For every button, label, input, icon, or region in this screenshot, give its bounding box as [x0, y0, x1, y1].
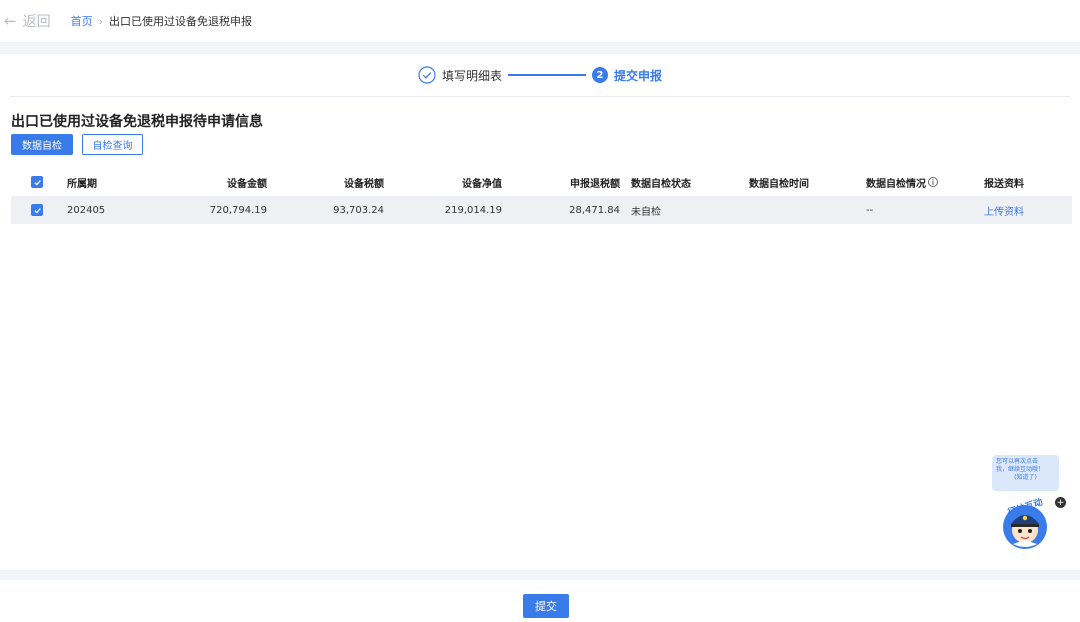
column-header-check-result-label: 数据自检情况: [866, 178, 926, 190]
column-header-check-result: 数据自检情况 i: [866, 168, 938, 196]
column-header-refund-amount: 申报退税额: [570, 178, 620, 190]
chevron-right-icon: ›: [98, 14, 103, 28]
checkbox-checked-icon: [31, 176, 43, 188]
divider: [10, 96, 1070, 97]
breadcrumb-current: 出口已使用过设备免退税申报: [108, 15, 252, 28]
cell-net-value: 219,014.19: [444, 204, 502, 216]
table-header-row: 所属期 设备金额 设备税额 设备净值 申报退税额 数据自检状态 数据自检时间 数…: [11, 168, 1072, 196]
step-connector: [508, 74, 586, 76]
main-panel: 填写明细表 2 提交申报 出口已使用过设备免退税申报待申请信息 数据自检 自检查…: [0, 54, 1080, 570]
step-indicator: 填写明细表 2 提交申报: [0, 54, 1080, 96]
step-1: 填写明细表: [418, 66, 502, 84]
assistant-tooltip-line-2: 我，继续互动哦！: [996, 466, 1045, 473]
column-header-equipment-amount: 设备金额: [227, 178, 267, 190]
cell-check-status: 未自检: [631, 206, 661, 218]
column-header-equipment-tax: 设备税额: [344, 178, 384, 190]
table-row: 202405 720,794.19 93,703.24 219,014.19 2…: [11, 196, 1072, 224]
column-header-net-value: 设备净值: [462, 178, 502, 190]
footer-bar: 提交: [0, 580, 1080, 622]
checkbox-checked-icon: [31, 204, 43, 216]
declaration-table: 所属期 设备金额 设备税额 设备净值 申报退税额 数据自检状态 数据自检时间 数…: [11, 168, 1072, 224]
column-header-check-status: 数据自检状态: [631, 178, 691, 190]
check-circle-icon: [418, 66, 436, 84]
column-header-materials: 报送资料: [984, 178, 1024, 190]
check-query-button[interactable]: 自检查询: [82, 134, 143, 155]
assistant-dismiss-link[interactable]: (知道了): [996, 474, 1055, 482]
cell-equipment-amount: 720,794.19: [209, 204, 267, 216]
back-button[interactable]: ← 返回: [4, 11, 51, 31]
assistant-tooltip: 您可以再次点击 我，继续互动哦！ (知道了): [992, 455, 1059, 491]
submit-button[interactable]: 提交: [523, 594, 569, 618]
step-2-number: 2: [592, 67, 608, 83]
column-header-period: 所属期: [67, 178, 97, 190]
step-1-label: 填写明细表: [441, 68, 502, 83]
breadcrumb: 首页 › 出口已使用过设备免退税申报: [71, 13, 252, 29]
top-bar: ← 返回 首页 › 出口已使用过设备免退税申报: [0, 0, 1080, 42]
data-check-button[interactable]: 数据自检: [11, 134, 73, 155]
step-2-label: 提交申报: [614, 68, 663, 83]
back-label: 返回: [22, 14, 51, 30]
plus-icon[interactable]: +: [1055, 497, 1066, 508]
arrow-left-icon: ←: [4, 12, 17, 30]
cell-check-result: --: [866, 204, 874, 216]
breadcrumb-home-link[interactable]: 首页: [71, 13, 93, 29]
upload-materials-link[interactable]: 上传资料: [984, 196, 1024, 224]
step-2: 2 提交申报: [592, 67, 662, 84]
cell-refund-amount: 28,471.84: [569, 204, 620, 216]
section-title: 出口已使用过设备免退税申报待申请信息: [11, 114, 263, 130]
select-all-checkbox[interactable]: [31, 168, 43, 196]
cell-period: 202405: [67, 204, 106, 216]
cell-equipment-tax: 93,703.24: [333, 204, 384, 216]
assistant-tooltip-line-1: 您可以再次点击: [996, 458, 1039, 465]
row-checkbox[interactable]: [31, 196, 43, 224]
info-icon[interactable]: i: [928, 177, 938, 187]
column-header-check-time: 数据自检时间: [749, 178, 809, 190]
